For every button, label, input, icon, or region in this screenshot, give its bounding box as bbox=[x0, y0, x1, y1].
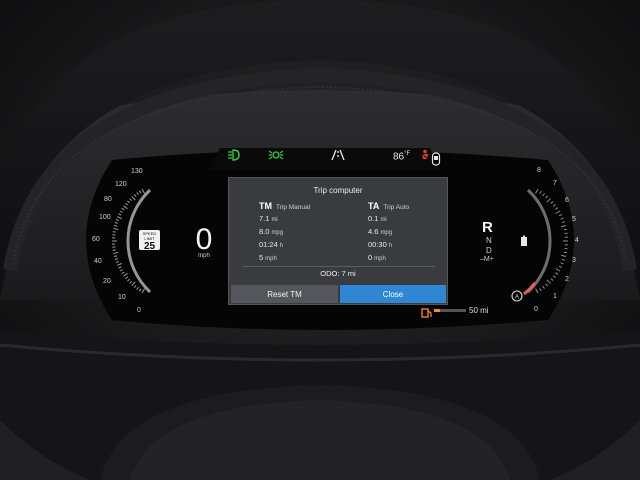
speed-limit-value: 25 bbox=[143, 241, 156, 252]
tach-label: 6 bbox=[565, 197, 569, 204]
fuel-gauge bbox=[434, 309, 466, 312]
trip-manual-economy: 8.0 mpg bbox=[259, 227, 284, 236]
gear-next: N bbox=[486, 236, 492, 245]
trip-manual-column: TM Trip Manual 7.1 mi 8.0 mpg 01:24 h 5 mph bbox=[259, 201, 310, 265]
trip-manual-distance: 7.1 mi bbox=[259, 214, 278, 223]
tach-label: 1 bbox=[553, 293, 557, 300]
tach-label: 3 bbox=[572, 257, 576, 264]
trip-manual-time: 01:24 h bbox=[259, 240, 284, 249]
speedometer-label: 80 bbox=[104, 196, 112, 203]
speedometer-label: 60 bbox=[92, 236, 100, 243]
trip-auto-time: 00:30 h bbox=[368, 240, 393, 249]
divider bbox=[243, 266, 435, 267]
trip-manual-abbr: TM bbox=[259, 201, 272, 211]
tach-label: 2 bbox=[565, 276, 569, 283]
battery-icon bbox=[520, 234, 528, 252]
gear-drive: D bbox=[486, 246, 492, 255]
speedometer-label: 40 bbox=[94, 258, 102, 265]
door-open-icon bbox=[431, 152, 441, 166]
speedometer-label: 130 bbox=[131, 168, 143, 175]
odometer: ODO: 7 mi bbox=[320, 269, 356, 278]
outside-temperature: 86°F bbox=[393, 151, 411, 163]
speedometer-label: 20 bbox=[103, 278, 111, 285]
trip-auto-column: TA Trip Auto 0.1 mi 4.6 mpg 00:30 h 0 mph bbox=[368, 201, 409, 265]
trip-computer-popup: Trip computer TM Trip Manual 7.1 mi 8.0 mpg… bbox=[228, 177, 448, 305]
headlight-icon bbox=[227, 149, 241, 161]
tach-label: 5 bbox=[572, 216, 576, 223]
close-button[interactable]: Close bbox=[340, 285, 446, 303]
trip-auto-economy: 4.6 mpg bbox=[368, 227, 393, 236]
auto-hold-icon: A bbox=[510, 289, 524, 307]
trip-auto-label: Trip Auto bbox=[383, 204, 410, 211]
speedometer-label: 120 bbox=[115, 181, 127, 188]
speed-limit-caption: SPEED LIMIT bbox=[142, 231, 157, 241]
tach-label: 7 bbox=[553, 180, 557, 187]
trip-auto-distance: 0.1 mi bbox=[368, 214, 387, 223]
reset-tm-button[interactable]: Reset TM bbox=[231, 285, 338, 303]
gear-current: R bbox=[482, 219, 493, 236]
speedometer-label: 10 bbox=[118, 294, 126, 301]
popup-title: Trip computer bbox=[313, 186, 363, 195]
trip-manual-speed: 5 mph bbox=[259, 253, 277, 262]
speedometer-label: 0 bbox=[137, 307, 141, 314]
speed-limit-sign: SPEED LIMIT 25 bbox=[139, 230, 160, 252]
trip-manual-label: Trip Manual bbox=[276, 204, 311, 211]
speed-readout: 0 bbox=[195, 223, 213, 256]
fuel-gauge-fill bbox=[434, 309, 440, 312]
fuel-pump-icon bbox=[421, 305, 433, 323]
tach-label: 0 bbox=[534, 306, 538, 313]
range-readout: 50 mi bbox=[469, 306, 489, 315]
seatbelt-warning-icon bbox=[419, 149, 431, 161]
parking-light-icon bbox=[268, 149, 284, 161]
speed-unit: mph bbox=[198, 253, 210, 259]
gear-manual: –M+ bbox=[480, 256, 494, 263]
tach-label: 8 bbox=[537, 167, 541, 174]
tach-label: 4 bbox=[575, 237, 579, 244]
trip-auto-speed: 0 mph bbox=[368, 253, 386, 262]
svg-text:A: A bbox=[515, 295, 519, 301]
speedometer-label: 100 bbox=[99, 214, 111, 221]
trip-auto-abbr: TA bbox=[368, 201, 380, 211]
lane-assist-icon bbox=[331, 149, 345, 161]
